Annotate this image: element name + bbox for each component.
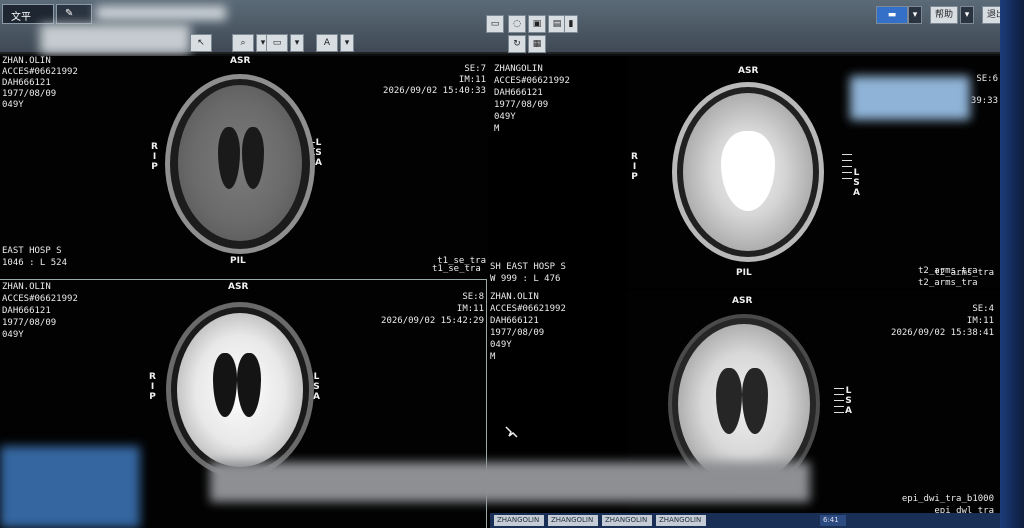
orientation-left: LSA	[853, 168, 860, 198]
image-number: IM:11	[966, 316, 994, 326]
orientation-posterior: PIL	[230, 256, 246, 266]
orientation-right: RIP	[149, 372, 156, 402]
birth-date: 1977/08/09	[494, 100, 549, 110]
scale-bar	[834, 388, 844, 418]
patient-sex: M	[494, 124, 500, 134]
window-level: W 999 : L 476	[490, 274, 561, 284]
sequence-name: t1_se_tra	[432, 264, 481, 274]
patient-name: ZHAN.OLIN	[2, 282, 51, 292]
grid-icon[interactable]: ▦	[528, 35, 546, 53]
patient-name: ZHAN.OLIN	[490, 292, 539, 302]
orientation-right: RIP	[631, 152, 638, 182]
dropdown-button[interactable]: ▾	[290, 34, 304, 52]
dropdown-button[interactable]: ▾	[908, 6, 922, 24]
tab-edit[interactable]: ✎	[56, 4, 92, 24]
refresh-icon[interactable]: ↻	[508, 35, 526, 53]
patient-id: DAH666121	[490, 316, 539, 326]
blurred-region	[0, 446, 140, 528]
series-number: SE:7	[464, 64, 486, 74]
orientation-posterior: PIL	[736, 268, 752, 278]
taskbar-item[interactable]: ZHANGOLIN	[494, 515, 544, 526]
patient-name: ZHANGOLIN	[494, 64, 543, 74]
orientation-anterior: ASR	[230, 56, 251, 66]
accession-number: ACCES#06621992	[494, 76, 570, 86]
birth-date: 1977/08/09	[2, 89, 57, 99]
brain-scan-flair	[166, 302, 314, 478]
patient-age: 049Y	[2, 100, 24, 110]
scale-bar	[842, 154, 852, 184]
sequence-name: epi_dwi_tra_b1000	[901, 494, 994, 504]
birth-date: 1977/08/09	[2, 318, 57, 328]
tab-text[interactable]: 文平	[2, 4, 54, 24]
sequence-name: t2_arms_tra	[918, 278, 978, 288]
taskbar-item[interactable]: ZHANGOLIN	[602, 515, 652, 526]
hospital-name: EAST HOSP S	[2, 246, 62, 256]
image-viewer: ZHAN.OLIN ACCES#06621992 DAH666121 1977/…	[0, 56, 1000, 528]
folder-icon[interactable]: ▭	[486, 15, 504, 33]
brain-scan-t2	[672, 82, 824, 262]
acquisition-datetime: 2026/09/02 15:42:29	[381, 316, 484, 326]
image-number: IM:11	[456, 304, 484, 314]
pan-tool-button[interactable]: ▭	[266, 34, 288, 52]
pencil-icon: ✎	[65, 8, 74, 19]
orientation-right: RIP	[151, 142, 158, 172]
annotate-tool-button[interactable]: A	[316, 34, 338, 52]
window-level: 1046 : L 524	[2, 258, 68, 268]
patient-age: 049Y	[2, 330, 24, 340]
trash-icon[interactable]: ▮	[564, 15, 578, 33]
orientation-left: LSA	[315, 138, 322, 168]
patient-name: ZHAN.OLIN	[2, 56, 51, 66]
accession-number: ACCES#06621992	[2, 294, 78, 304]
zoom-tool-button[interactable]: ⌕	[232, 34, 254, 52]
orientation-anterior: ASR	[228, 282, 249, 292]
taskbar-item[interactable]: ZHANGOLIN	[656, 515, 706, 526]
blurred-region	[40, 24, 190, 54]
viewport-top-right[interactable]: SE:6 39:33 t2_arms_tra ASR PIL RIP LSA	[628, 56, 1000, 288]
birth-date: 1977/08/09	[490, 328, 545, 338]
blurred-region	[210, 462, 810, 502]
bulb-icon[interactable]: ◌	[508, 15, 526, 33]
taskbar-item[interactable]: ZHANGOLIN	[548, 515, 598, 526]
accession-number: ACCES#06621992	[490, 304, 566, 314]
taskbar: ZHANGOLIN ZHANGOLIN ZHANGOLIN ZHANGOLIN …	[490, 513, 1000, 528]
patient-sex: M	[490, 352, 496, 362]
series-number: SE:4	[972, 304, 994, 314]
series-number: SE:8	[462, 292, 484, 302]
patient-id: DAH666121	[494, 88, 543, 98]
patient-id: DAH666121	[2, 78, 51, 88]
patient-id: DAH666121	[2, 306, 51, 316]
toolbar: 文平 ✎ ↖ ⌕ ▾ ▭ ▾ A ▾ ▭ ◌ ▣ ▤ ▮ ↻ ▦ ▬ ▾ 帮助 …	[0, 0, 1024, 54]
acquisition-time: 39:33	[970, 96, 998, 106]
accession-number: ACCES#06621992	[2, 67, 78, 77]
cursor-icon	[505, 426, 518, 438]
dropdown-button[interactable]: ▾	[340, 34, 354, 52]
mode-button[interactable]: ▬	[876, 6, 908, 24]
sequence-name: t2_arms_tra	[918, 266, 978, 276]
clock: 6:41	[820, 515, 846, 526]
patient-age: 049Y	[494, 112, 516, 122]
monitor-bezel	[1000, 0, 1024, 528]
dropdown-button[interactable]: ▾	[960, 6, 974, 24]
blurred-region	[850, 76, 970, 120]
acquisition-datetime: 2026/09/02 15:40:33	[383, 86, 486, 96]
hospital-name: SH EAST HOSP S	[490, 262, 566, 272]
image-number: IM:11	[458, 75, 486, 85]
series-number: SE:6	[976, 74, 998, 84]
arrow-tool-button[interactable]: ↖	[190, 34, 212, 52]
orientation-left: LSA	[845, 386, 852, 416]
window-icon[interactable]: ▣	[528, 15, 546, 33]
orientation-anterior: ASR	[738, 66, 759, 76]
viewport-top-left[interactable]: ZHAN.OLIN ACCES#06621992 DAH666121 1977/…	[0, 56, 488, 278]
brain-tissue	[178, 85, 302, 241]
patient-age: 049Y	[490, 340, 512, 350]
orientation-anterior: ASR	[732, 296, 753, 306]
help-button[interactable]: 帮助	[930, 6, 958, 24]
brain-scan-t1	[165, 74, 315, 254]
blurred-region	[96, 6, 226, 20]
acquisition-datetime: 2026/09/02 15:38:41	[891, 328, 994, 338]
